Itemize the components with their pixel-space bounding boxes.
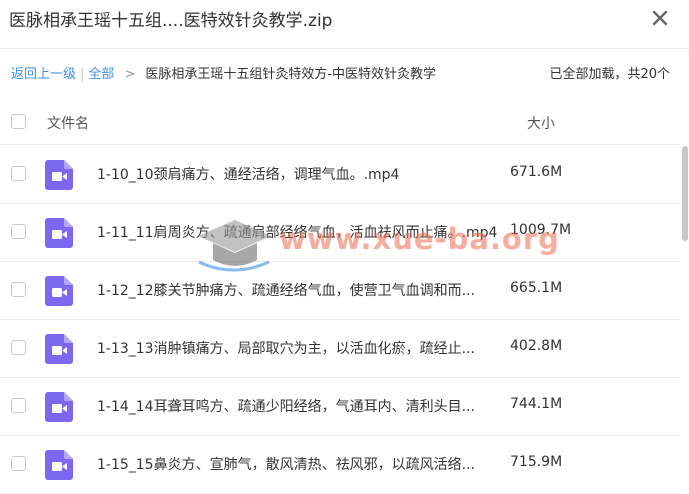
select-all-checkbox[interactable] (11, 114, 26, 129)
breadcrumb-separator: | (80, 67, 85, 82)
video-file-icon (45, 218, 73, 248)
table-row[interactable]: 1-15_15鼻炎方、宣肺气，散风清热、祛风邪，以疏风活络... 715.9M (0, 435, 680, 494)
video-file-icon (45, 276, 73, 306)
file-name: 1-12_12膝关节肿痛方、疏通经络气血，使营卫气血调和而... (97, 283, 475, 299)
toolbar: 返回上一级 | 全部 > 医脉相承王瑶十五组针灸特效方-中医特效针灸教学 已全部加载，共… (0, 48, 689, 95)
video-file-icon (45, 450, 73, 480)
row-checkbox[interactable] (11, 224, 26, 239)
title-bar: 医脉相承王瑶十五组....医特效针灸教学.zip (0, 0, 689, 40)
breadcrumb-current: 医脉相承王瑶十五组针灸特效方-中医特效针灸教学 (145, 67, 437, 82)
table-row[interactable]: 1-14_14耳聋耳鸣方、疏通少阳经络，气通耳内、清利头目... 744.1M (0, 377, 680, 436)
file-size: 744.1M (510, 396, 563, 412)
load-status: 已全部加载，共20个 (549, 67, 670, 82)
column-header-name[interactable]: 文件名 (47, 113, 89, 133)
table-header: 文件名 大小 (0, 104, 680, 145)
file-size: 715.9M (510, 454, 563, 470)
file-name: 1-15_15鼻炎方、宣肺气，散风清热、祛风邪，以疏风活络... (97, 457, 475, 473)
file-name: 1-13_13消肿镇痛方、局部取穴为主，以活血化瘀，疏经止... (97, 341, 475, 357)
chevron-right-icon: > (124, 67, 136, 82)
row-checkbox[interactable] (11, 340, 26, 355)
file-name: 1-10_10颈肩痛方、通经活络，调理气血。.mp4 (97, 167, 400, 183)
table-row[interactable]: 1-10_10颈肩痛方、通经活络，调理气血。.mp4 671.6M (0, 145, 680, 204)
file-size: 402.8M (510, 338, 563, 354)
breadcrumb: 返回上一级 | 全部 > 医脉相承王瑶十五组针灸特效方-中医特效针灸教学 (11, 63, 436, 82)
video-file-icon (45, 392, 73, 422)
row-checkbox[interactable] (11, 282, 26, 297)
column-header-size[interactable]: 大小 (527, 113, 555, 133)
row-checkbox[interactable] (11, 456, 26, 471)
row-checkbox[interactable] (11, 398, 26, 413)
row-checkbox[interactable] (11, 166, 26, 181)
file-size: 665.1M (510, 280, 563, 296)
file-name: 1-14_14耳聋耳鸣方、疏通少阳经络，气通耳内、清利头目... (97, 399, 475, 415)
all-link[interactable]: 全部 (88, 67, 114, 82)
window-title: 医脉相承王瑶十五组....医特效针灸教学.zip (9, 11, 333, 31)
close-icon[interactable] (651, 9, 669, 27)
video-file-icon (45, 160, 73, 190)
table-row[interactable]: 1-13_13消肿镇痛方、局部取穴为主，以活血化瘀，疏经止... 402.8M (0, 319, 680, 378)
scrollbar-thumb[interactable] (682, 146, 688, 241)
file-name: 1-11_11肩周炎方、疏通肩部经络气血，活血祛风而止痛。.mp4 (97, 225, 498, 241)
video-file-icon (45, 334, 73, 364)
file-size: 671.6M (510, 164, 563, 180)
file-size: 1009.7M (510, 222, 572, 238)
table-row[interactable]: 1-12_12膝关节肿痛方、疏通经络气血，使营卫气血调和而... 665.1M (0, 261, 680, 320)
back-link[interactable]: 返回上一级 (11, 67, 76, 82)
table-row[interactable]: 1-11_11肩周炎方、疏通肩部经络气血，活血祛风而止痛。.mp4 1009.7M (0, 203, 680, 262)
